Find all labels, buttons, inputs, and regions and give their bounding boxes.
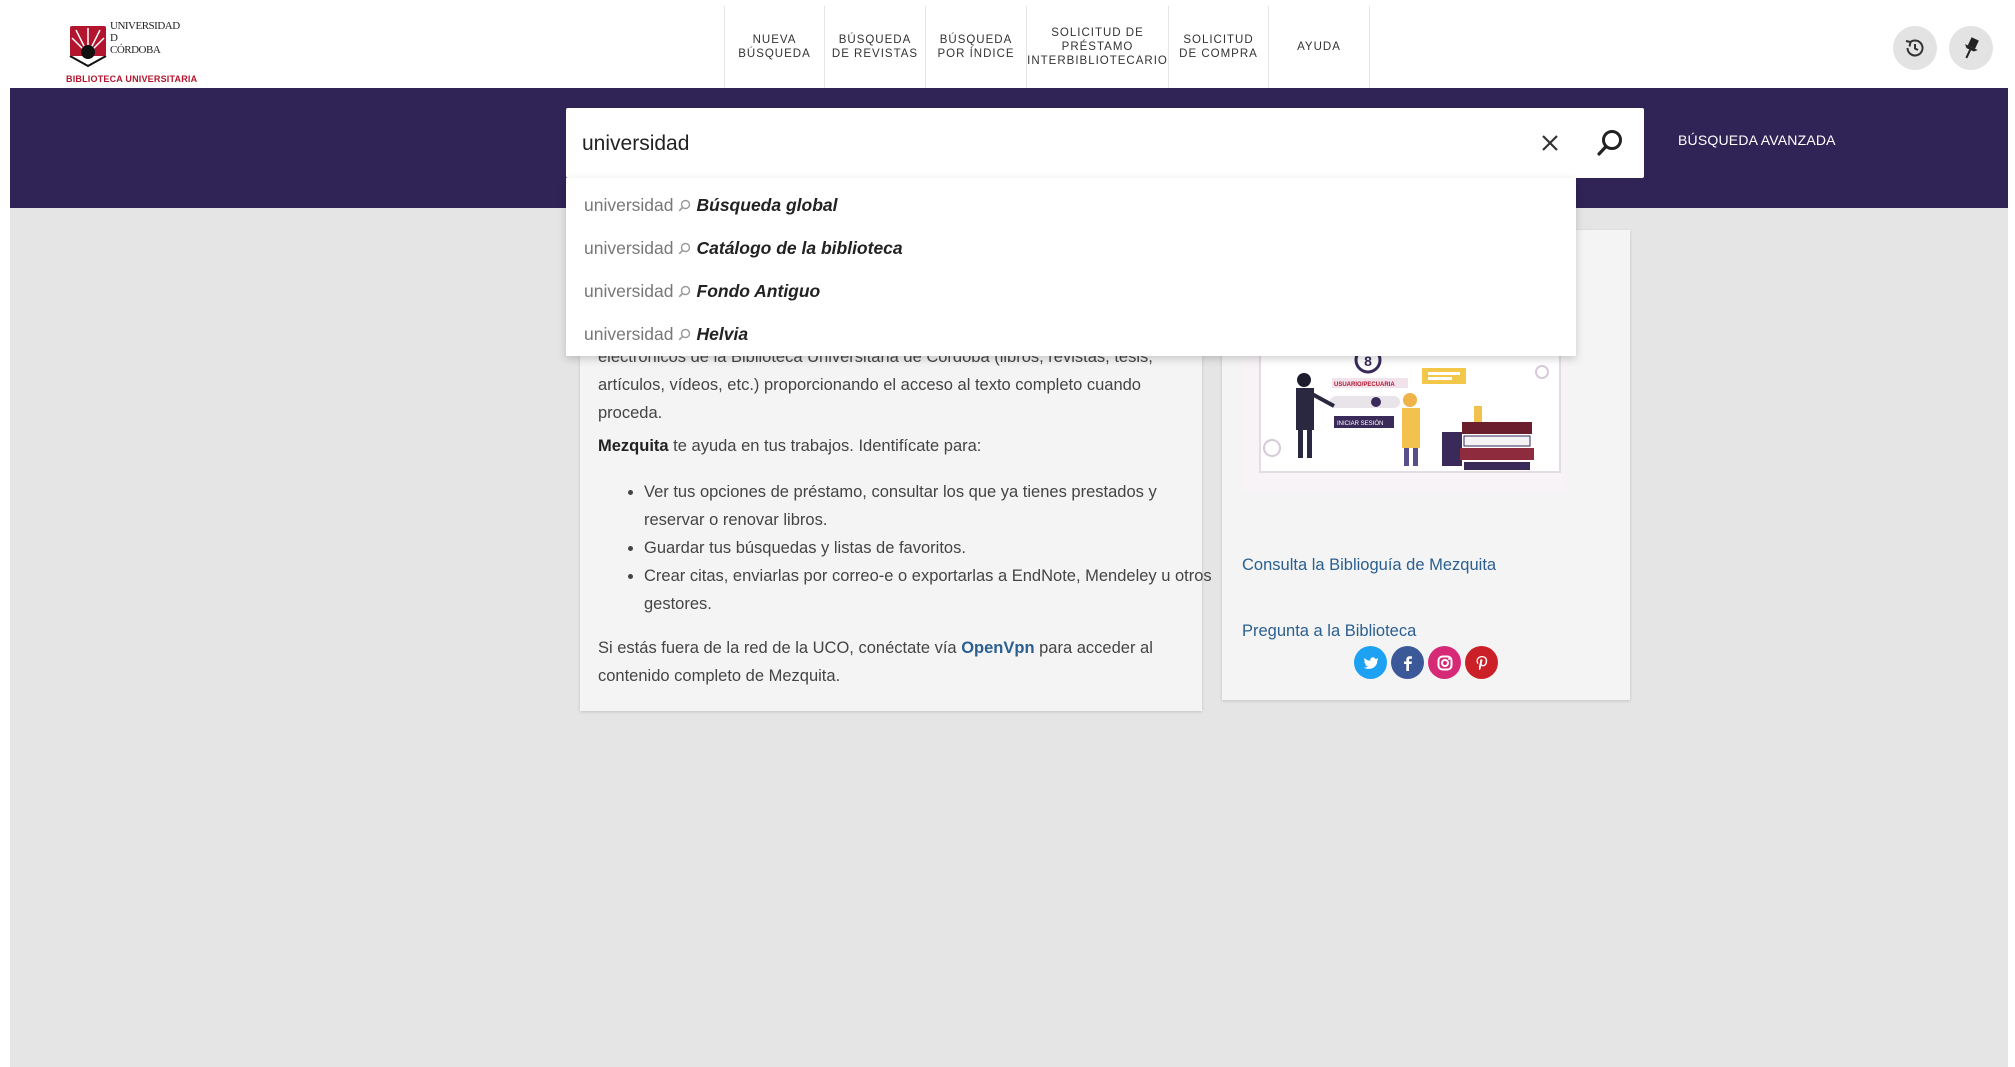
close-icon <box>1542 135 1558 151</box>
suggestion-query: universidad <box>584 237 674 258</box>
social-links <box>1354 646 1498 679</box>
pinterest-icon <box>1476 655 1487 670</box>
history-icon <box>1905 39 1924 57</box>
logo-name: UNIVERSIDAD D CÓRDOBA <box>110 20 200 56</box>
search-icon <box>678 328 691 341</box>
ask-library-link[interactable]: Pregunta a la Biblioteca <box>1242 622 1416 641</box>
nav-help[interactable]: AYUDA <box>1269 6 1370 88</box>
search-suggestions: universidad Búsqueda global universidad … <box>566 178 1576 356</box>
nav-interlibrary-loan[interactable]: SOLICITUD DE PRÉSTAMO INTERBIBLIOTECARIO <box>1027 6 1169 88</box>
suggestion-scope: Búsqueda global <box>696 194 838 215</box>
twitter-button[interactable] <box>1354 646 1387 679</box>
intro-paragraph-2: Mezquita te ayuda en tus trabajos. Ident… <box>598 432 1188 460</box>
illus-login-label: INICIAR SESIÓN <box>1337 420 1383 427</box>
intro-paragraph-2-text: te ayuda en tus trabajos. Identifícate p… <box>668 437 982 455</box>
crest-icon <box>69 26 107 68</box>
search-button[interactable] <box>1590 123 1630 163</box>
twitter-icon <box>1363 656 1378 669</box>
intro-paragraph-3: Si estás fuera de la red de la UCO, coné… <box>598 634 1188 690</box>
instagram-icon <box>1437 655 1452 670</box>
suggestion-query: universidad <box>584 323 674 344</box>
features-list: Ver tus opciones de préstamo, consultar … <box>618 478 1214 618</box>
search-input[interactable] <box>580 122 1484 166</box>
suggestion-catalog[interactable]: universidad Catálogo de la biblioteca <box>584 233 903 263</box>
suggestion-query: universidad <box>584 280 674 301</box>
logo-subtitle: BIBLIOTECA UNIVERSITARIA <box>66 74 198 84</box>
nav-purchase-request[interactable]: SOLICITUD DE COMPRA <box>1169 6 1269 88</box>
clear-search-button[interactable] <box>1532 125 1568 161</box>
search-box <box>566 108 1644 178</box>
suggestion-fondo-antiguo[interactable]: universidad Fondo Antiguo <box>584 276 820 306</box>
nav-new-search[interactable]: NUEVA BÚSQUEDA <box>724 6 825 88</box>
pin-icon <box>1965 37 1979 59</box>
logo-line-3: CÓRDOBA <box>110 44 161 56</box>
brand-name: Mezquita <box>598 437 669 455</box>
logo-line-2: D <box>110 32 118 44</box>
nav-index-search[interactable]: BÚSQUEDA POR ÍNDICE <box>926 6 1027 88</box>
search-icon <box>678 285 691 298</box>
history-button[interactable] <box>1893 26 1937 70</box>
suggestion-scope: Helvia <box>696 323 749 344</box>
illus-user-label: USUARIO/PECUARIA <box>1334 382 1395 388</box>
search-icon <box>678 242 691 255</box>
suggestion-scope: Fondo Antiguo <box>696 280 821 301</box>
instagram-button[interactable] <box>1428 646 1461 679</box>
list-item: Crear citas, enviarlas por correo-e o ex… <box>644 562 1214 618</box>
search-icon <box>1597 130 1622 156</box>
suggestion-scope: Catálogo de la biblioteca <box>696 237 903 258</box>
openvpn-link[interactable]: OpenVpn <box>961 639 1034 657</box>
logo-line-1: UNIVERSIDAD <box>110 20 180 32</box>
facebook-button[interactable] <box>1391 646 1424 679</box>
suggestion-helvia[interactable]: universidad Helvia <box>584 319 748 349</box>
biblioguide-link[interactable]: Consulta la Biblioguía de Mezquita <box>1242 556 1496 575</box>
main-nav: NUEVA BÚSQUEDA BÚSQUEDA DE REVISTAS BÚSQ… <box>724 6 1370 88</box>
pinterest-button[interactable] <box>1465 646 1498 679</box>
advanced-search-link[interactable]: BÚSQUEDA AVANZADA <box>1678 132 1836 148</box>
university-logo[interactable]: UNIVERSIDAD D CÓRDOBA BIBLIOTECA UNIVERS… <box>66 14 226 84</box>
suggestion-global[interactable]: universidad Búsqueda global <box>584 190 837 220</box>
nav-journal-search[interactable]: BÚSQUEDA DE REVISTAS <box>825 6 926 88</box>
list-item: Guardar tus búsquedas y listas de favori… <box>644 534 1214 562</box>
search-icon <box>678 199 691 212</box>
pin-button[interactable] <box>1949 26 1993 70</box>
top-header: UNIVERSIDAD D CÓRDOBA BIBLIOTECA UNIVERS… <box>10 6 2008 88</box>
suggestion-query: universidad <box>584 194 674 215</box>
vpn-text-before: Si estás fuera de la red de la UCO, coné… <box>598 639 962 657</box>
facebook-icon <box>1403 655 1412 671</box>
list-item: Ver tus opciones de préstamo, consultar … <box>644 478 1214 534</box>
login-illustration: 8 USUARIO/PECUARIA INICIAR SESIÓN <box>1242 342 1566 492</box>
